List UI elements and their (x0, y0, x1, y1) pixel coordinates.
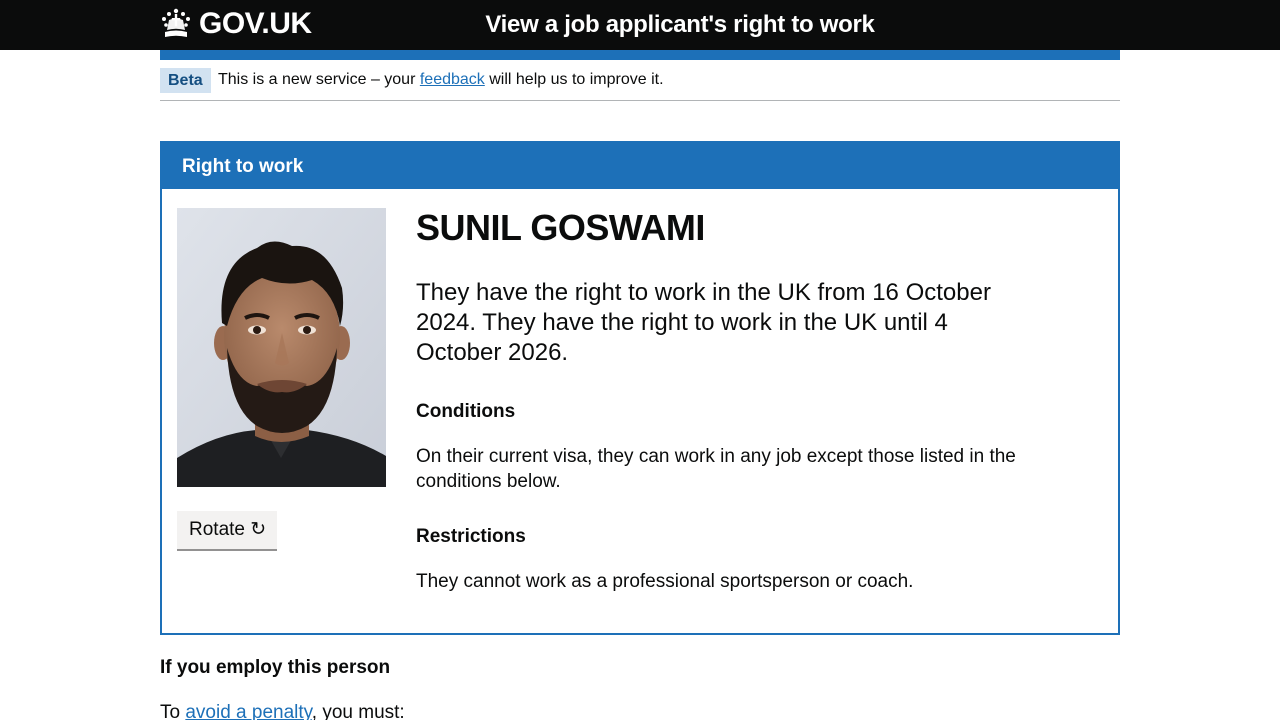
feedback-link[interactable]: feedback (420, 71, 485, 88)
service-name[interactable]: View a job applicant's right to work (0, 9, 1280, 41)
card-header: Right to work (162, 143, 1118, 189)
govuk-header: GOV.UK View a job applicant's right to w… (0, 0, 1280, 50)
phase-text-before: This is a new service – your (218, 71, 420, 88)
phase-text-after: will help us to improve it. (484, 71, 664, 88)
employ-text: To avoid a penalty, you must: (160, 700, 405, 720)
right-to-work-statement: They have the right to work in the UK fr… (416, 279, 991, 366)
right-to-work-card: Right to work Rotate ↻ SUNIL GOSWAMI The… (160, 141, 1120, 635)
conditions-text: On their current visa, they can work in … (416, 446, 1016, 492)
restrictions-text: They cannot work as a professional sport… (416, 571, 914, 592)
phase-banner-text: This is a new service – your feedback wi… (218, 70, 664, 90)
phase-banner: Beta This is a new service – your feedba… (160, 67, 1120, 101)
applicant-photo-image (177, 208, 386, 487)
employ-text-after: , you must: (311, 702, 405, 720)
applicant-name: SUNIL GOSWAMI (416, 207, 705, 248)
employ-heading: If you employ this person (160, 657, 391, 678)
header-blue-strip (160, 50, 1120, 60)
rotate-button[interactable]: Rotate ↻ (177, 511, 277, 551)
employ-text-before: To (160, 702, 186, 720)
restrictions-heading: Restrictions (416, 526, 526, 547)
beta-tag: Beta (160, 68, 211, 93)
applicant-photo (177, 208, 386, 487)
card-title: Right to work (182, 156, 304, 177)
conditions-heading: Conditions (416, 401, 516, 422)
avoid-penalty-link[interactable]: avoid a penalty (185, 702, 311, 720)
